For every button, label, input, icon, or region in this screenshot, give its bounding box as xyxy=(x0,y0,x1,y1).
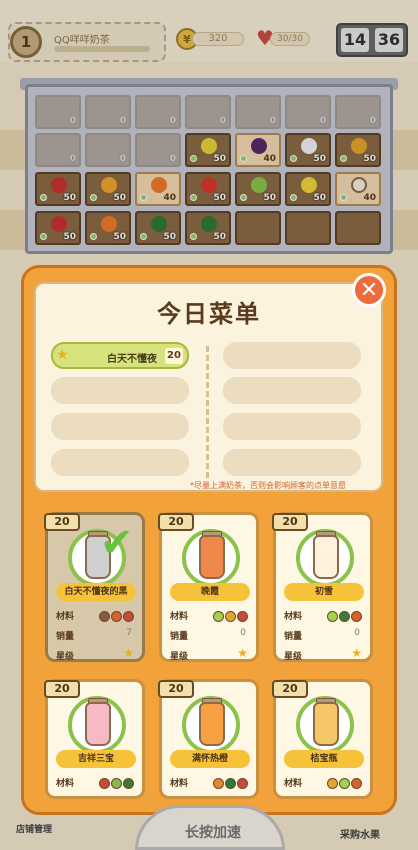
sales-value: 0 xyxy=(240,628,246,638)
star-icon: ★ xyxy=(123,646,134,660)
drink-bottle-icon xyxy=(313,702,339,746)
materials-label: 材料 xyxy=(170,612,189,622)
star-icon: ★ xyxy=(351,646,362,660)
materials-label: 材料 xyxy=(56,779,75,789)
menu-divider xyxy=(206,346,209,478)
menu-slot-empty[interactable] xyxy=(51,413,189,440)
drink-name: 初雪 xyxy=(284,583,364,601)
drink-name: 吉祥三宝 xyxy=(56,750,136,768)
sales-label: 销量 xyxy=(170,632,189,642)
menu-slot-empty[interactable] xyxy=(223,342,361,369)
sales-label: 销量 xyxy=(56,632,75,642)
menu-hint: *尽量上满奶茶，否则会影响顾客的点单意愿 xyxy=(190,481,346,490)
star-icon: ★ xyxy=(237,646,248,660)
ingredient-icons xyxy=(98,607,134,626)
star-level-label: 星级 xyxy=(56,652,75,662)
buy-fruit-button[interactable]: 采购水果 xyxy=(340,826,380,841)
menu-slot-empty[interactable] xyxy=(223,377,361,404)
card-price: 20 xyxy=(44,513,80,531)
card-price: 20 xyxy=(272,680,308,698)
materials-label: 材料 xyxy=(170,779,189,789)
menu-slot-empty[interactable] xyxy=(223,449,361,476)
card-price: 20 xyxy=(272,513,308,531)
drink-bottle-icon xyxy=(199,535,225,579)
sales-label: 销量 xyxy=(284,632,303,642)
card-price: 20 xyxy=(158,680,194,698)
speed-up-button[interactable]: 长按加速 xyxy=(135,805,285,850)
star-level-label: 星级 xyxy=(170,652,189,662)
materials-label: 材料 xyxy=(56,612,75,622)
menu-slot-empty[interactable] xyxy=(51,449,189,476)
drink-card[interactable]: 20 晚霞 材料 销量 0 星级 ★ xyxy=(158,512,259,662)
materials-label: 材料 xyxy=(284,779,303,789)
drink-name: 白天不懂夜的黑 xyxy=(56,583,136,601)
drink-bottle-icon xyxy=(313,535,339,579)
drink-name: 晚霞 xyxy=(170,583,250,601)
drink-bottle-icon xyxy=(199,702,225,746)
drink-card[interactable]: 20 满怀热橙 材料 xyxy=(158,679,259,799)
shop-manage-button[interactable]: 店铺管理 xyxy=(16,822,52,835)
drink-name: 满怀热橙 xyxy=(170,750,250,768)
card-price: 20 xyxy=(158,513,194,531)
materials-label: 材料 xyxy=(284,612,303,622)
drink-card[interactable]: 20 初雪 材料 销量 0 星级 ★ xyxy=(272,512,373,662)
ingredient-icons xyxy=(98,774,134,793)
sales-value: 7 xyxy=(126,628,132,638)
ingredient-icons xyxy=(326,774,362,793)
drink-bottle-icon xyxy=(85,702,111,746)
menu-slot-empty[interactable] xyxy=(223,413,361,440)
menu-item-name: 白天不懂夜 xyxy=(107,354,157,365)
ingredient-icons xyxy=(212,607,248,626)
card-price: 20 xyxy=(44,680,80,698)
speed-up-label: 长按加速 xyxy=(185,825,241,841)
drink-card[interactable]: 20 桔宝瓶 材料 xyxy=(272,679,373,799)
close-icon: ✕ xyxy=(359,277,379,303)
check-icon: ✔ xyxy=(100,520,134,566)
star-icon: ★ xyxy=(56,347,69,363)
star-level-label: 星级 xyxy=(284,652,303,662)
close-button[interactable]: ✕ xyxy=(352,273,386,307)
menu-item-price: 20 xyxy=(165,348,183,364)
menu-slot-filled[interactable]: ★ 白天不懂夜 20 xyxy=(51,342,189,369)
menu-slot-empty[interactable] xyxy=(51,377,189,404)
ingredient-icons xyxy=(326,607,362,626)
drink-card[interactable]: 20 吉祥三宝 材料 xyxy=(44,679,145,799)
sales-value: 0 xyxy=(354,628,360,638)
drink-name: 桔宝瓶 xyxy=(284,750,364,768)
ingredient-icons xyxy=(212,774,248,793)
